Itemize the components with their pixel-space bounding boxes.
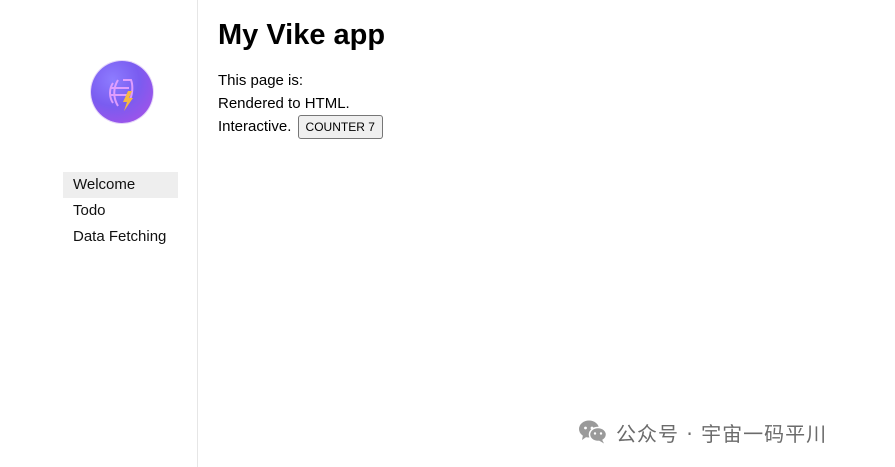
page-description: This page is: Rendered to HTML. Interact… <box>218 69 383 140</box>
page-title: My Vike app <box>218 19 386 51</box>
counter-button[interactable]: COUNTER 7 <box>297 115 383 140</box>
vike-logo[interactable] <box>91 61 153 123</box>
sidebar-item-welcome[interactable]: Welcome <box>63 172 178 198</box>
sidebar: Welcome Todo Data Fetching <box>0 0 198 467</box>
watermark: 公众号 · 宇宙一码平川 <box>578 418 827 446</box>
description-line-2: Rendered to HTML. <box>218 95 350 112</box>
app-window: Welcome Todo Data Fetching My Vike app T… <box>0 0 895 467</box>
sidebar-item-todo[interactable]: Todo <box>63 198 178 224</box>
sidebar-nav: Welcome Todo Data Fetching <box>63 172 178 250</box>
vike-logo-icon <box>109 79 134 111</box>
interactive-label: Interactive. <box>218 118 292 135</box>
description-line-1: This page is: <box>218 72 304 89</box>
sidebar-item-data-fetching[interactable]: Data Fetching <box>63 224 178 250</box>
wechat-icon <box>579 420 608 444</box>
description-line-3: Interactive. COUNTER 7 <box>218 115 383 140</box>
watermark-text: 公众号 · 宇宙一码平川 <box>616 421 828 446</box>
